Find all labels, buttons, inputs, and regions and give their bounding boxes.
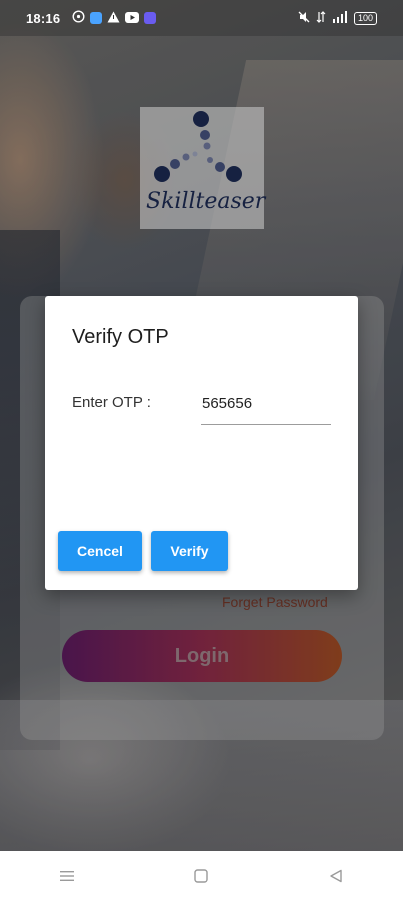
cancel-button[interactable]: Cencel xyxy=(58,531,142,571)
app-icon xyxy=(90,12,103,24)
alert-icon xyxy=(107,11,120,26)
otp-label: Enter OTP : xyxy=(72,394,151,411)
back-button[interactable] xyxy=(316,861,356,891)
discord-icon xyxy=(144,12,157,24)
navigation-bar xyxy=(0,851,403,900)
dialog-title: Verify OTP xyxy=(72,326,169,348)
menu-button[interactable] xyxy=(47,861,87,891)
status-bar: 18:16 100 xyxy=(0,0,403,36)
otp-input[interactable] xyxy=(201,382,331,425)
back-icon xyxy=(330,869,342,882)
data-icon xyxy=(316,10,326,26)
verify-button[interactable]: Verify xyxy=(151,531,228,571)
whatsapp-icon xyxy=(72,10,85,26)
signal-icon xyxy=(332,10,348,26)
battery-icon: 100 xyxy=(353,11,377,25)
home-icon xyxy=(194,868,209,883)
status-time: 18:16 xyxy=(26,10,61,26)
youtube-icon xyxy=(125,11,140,26)
menu-icon xyxy=(60,870,75,881)
mute-icon xyxy=(298,11,310,26)
verify-otp-dialog: Verify OTP Enter OTP : Cencel Verify xyxy=(45,296,358,590)
home-button[interactable] xyxy=(181,861,221,891)
